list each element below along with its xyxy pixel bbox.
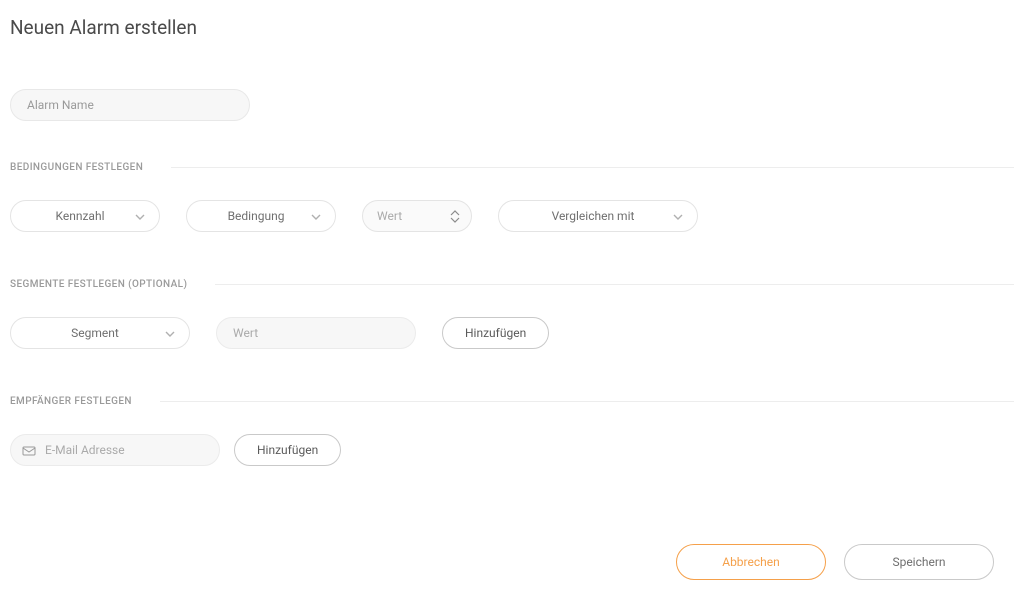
email-input[interactable] [10,434,220,466]
segment-dropdown[interactable]: Segment [10,317,190,349]
condition-dropdown-label: Bedingung [228,209,285,223]
segment-dropdown-label: Segment [71,326,119,340]
divider [160,401,1014,402]
segment-value-input[interactable] [216,317,416,349]
chevron-down-icon [165,328,175,338]
divider [215,284,1014,285]
section-label-conditions: BEDINGUNGEN FESTLEGEN [10,161,143,174]
chevron-down-icon [311,211,321,221]
condition-dropdown[interactable]: Bedingung [186,200,336,232]
metric-dropdown-label: Kennzahl [55,209,104,223]
divider [171,167,1014,168]
compare-dropdown-label: Vergleichen mit [552,209,635,223]
add-segment-button[interactable]: Hinzufügen [442,317,549,349]
chevron-down-icon [135,211,145,221]
metric-dropdown[interactable]: Kennzahl [10,200,160,232]
cancel-button[interactable]: Abbrechen [676,544,826,580]
add-recipient-button[interactable]: Hinzufügen [234,434,341,466]
section-label-recipients: EMPFÄNGER FESTLEGEN [10,395,132,408]
compare-dropdown[interactable]: Vergleichen mit [498,200,698,232]
chevron-down-icon [673,211,683,221]
alarm-name-input[interactable] [10,89,250,121]
number-stepper-icon[interactable] [450,209,460,223]
section-label-segments: SEGMENTE FESTLEGEN (OPTIONAL) [10,278,187,291]
page-title: Neuen Alarm erstellen [10,16,1014,39]
save-button[interactable]: Speichern [844,544,994,580]
